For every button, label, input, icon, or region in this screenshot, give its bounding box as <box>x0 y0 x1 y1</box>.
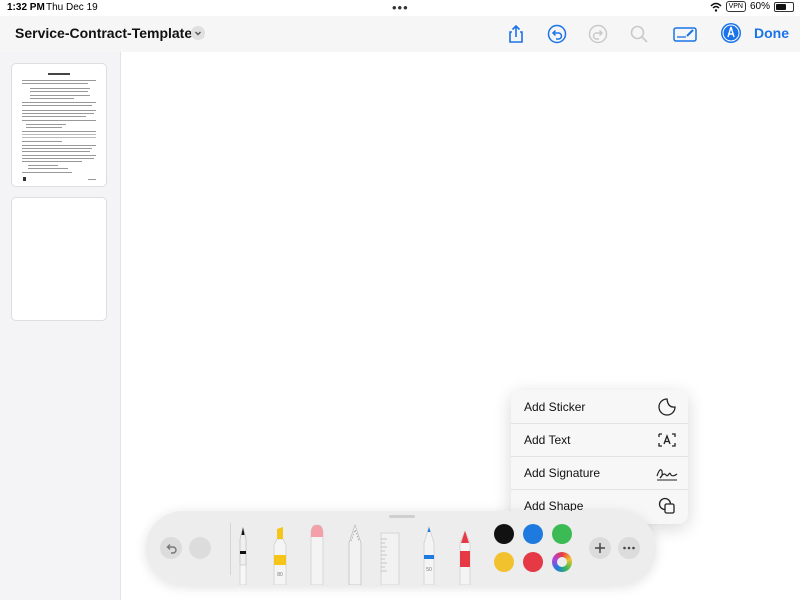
document-title[interactable]: Service-Contract-Template 2 <box>15 25 204 41</box>
chevron-down-icon[interactable] <box>191 26 205 40</box>
shapes-icon <box>658 497 675 514</box>
status-bar: 1:32 PM Thu Dec 19 ••• VPN 60% <box>0 0 800 16</box>
toolbar: Service-Contract-Template 2 Done <box>0 16 800 52</box>
add-menu: Add Sticker Add Text Add Signature Add S… <box>511 390 688 524</box>
palette-undo-button[interactable] <box>160 537 182 559</box>
signature-icon <box>656 469 678 481</box>
status-time: 1:32 PM <box>7 2 45 13</box>
add-sticker-menu-item[interactable]: Add Sticker <box>511 390 688 424</box>
page-thumbnail-1[interactable] <box>12 64 106 186</box>
redo-icon[interactable] <box>587 23 609 45</box>
page-thumbnail-sidebar <box>0 52 121 600</box>
color-swatch-blue[interactable] <box>523 524 543 544</box>
ruler-tool[interactable] <box>378 521 402 585</box>
search-icon[interactable] <box>628 23 650 45</box>
status-right: VPN 60% <box>710 1 794 12</box>
lasso-tool[interactable] <box>344 521 366 585</box>
undo-icon[interactable] <box>546 23 568 45</box>
palette-divider <box>230 523 231 575</box>
add-signature-menu-item[interactable]: Add Signature <box>511 456 688 490</box>
wifi-icon <box>710 2 722 12</box>
menu-item-label: Add Sticker <box>524 400 586 414</box>
text-box-icon <box>658 433 676 447</box>
page-thumbnail-2[interactable] <box>12 198 106 320</box>
menu-item-label: Add Text <box>524 433 571 447</box>
color-swatch-yellow[interactable] <box>494 552 514 572</box>
pencil-mark: 50 <box>426 567 432 573</box>
highlighter-tool[interactable]: 80 <box>269 521 291 585</box>
vpn-badge: VPN <box>725 1 746 12</box>
battery-fill <box>776 3 786 10</box>
pencil-tool[interactable]: 50 <box>419 521 439 585</box>
palette-redo-button[interactable] <box>189 537 211 559</box>
battery-icon <box>774 1 794 12</box>
status-date: Thu Dec 19 <box>46 2 98 13</box>
sticker-icon <box>658 398 676 416</box>
done-button[interactable]: Done <box>754 25 789 41</box>
pen-tool[interactable] <box>233 521 253 585</box>
add-button[interactable] <box>589 537 611 559</box>
markup-icon[interactable] <box>721 23 741 43</box>
add-text-menu-item[interactable]: Add Text <box>511 423 688 457</box>
eraser-tool[interactable] <box>306 521 328 585</box>
battery-percent: 60% <box>749 1 770 12</box>
multitasking-dots-icon[interactable]: ••• <box>392 0 409 15</box>
highlighter-mark: 80 <box>277 572 283 578</box>
menu-item-label: Add Signature <box>524 466 601 480</box>
contract-page-preview <box>22 73 96 181</box>
share-icon[interactable] <box>505 23 527 45</box>
palette-grabber[interactable] <box>389 515 415 518</box>
tool-palette: 80 50 <box>146 511 656 585</box>
color-swatch-red[interactable] <box>523 552 543 572</box>
color-picker-icon[interactable] <box>552 552 572 572</box>
color-swatch-black[interactable] <box>494 524 514 544</box>
crayon-tool[interactable] <box>455 521 475 585</box>
color-swatch-green[interactable] <box>552 524 572 544</box>
more-options-icon[interactable] <box>618 537 640 559</box>
signature-pen-icon[interactable] <box>673 23 697 45</box>
